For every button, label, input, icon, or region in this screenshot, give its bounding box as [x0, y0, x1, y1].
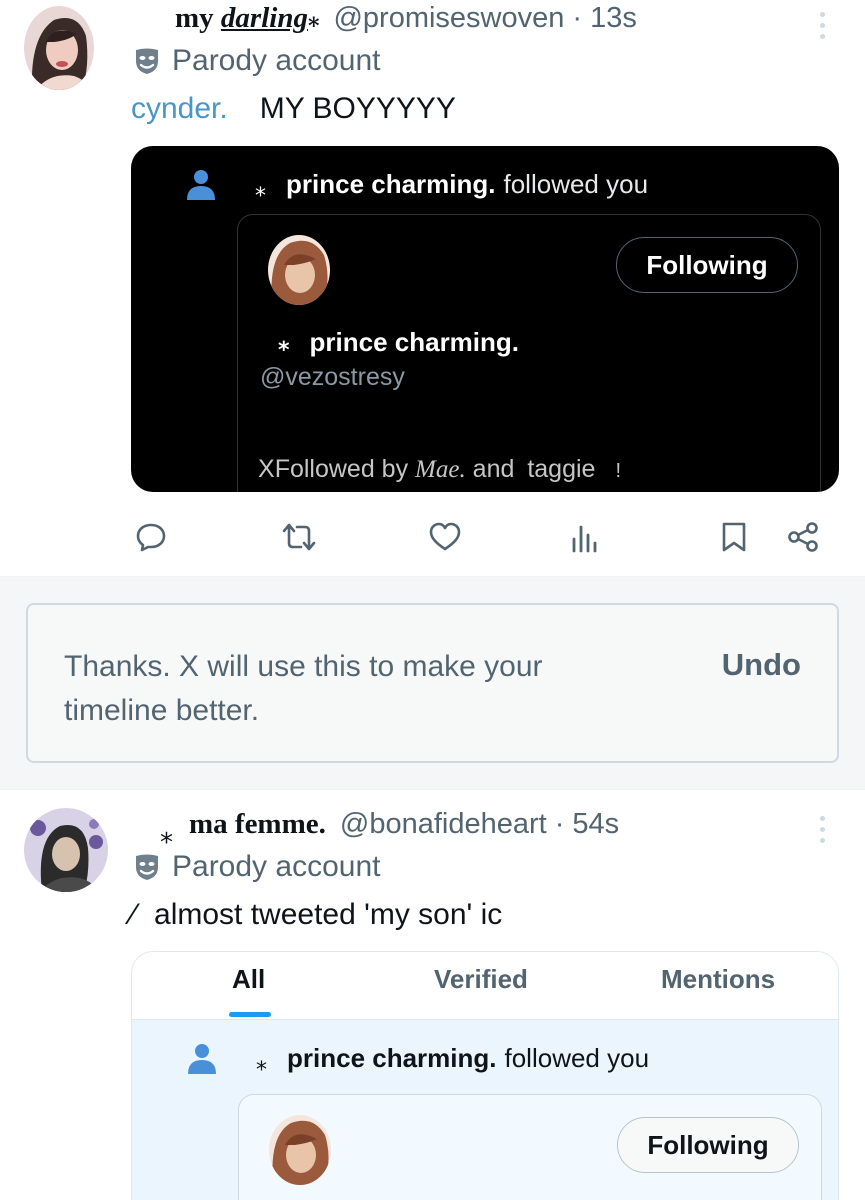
avatar-prince-charming[interactable]: [268, 235, 330, 305]
post-header: my darling⁎ @promiseswoven · 13s: [175, 2, 637, 35]
bookmark-icon[interactable]: [714, 512, 754, 562]
feedback-notice: Thanks. X will use this to make your tim…: [26, 603, 839, 763]
person-icon: [187, 170, 215, 200]
parody-label: Parody account: [134, 850, 380, 884]
parody-label: Parody account: [134, 44, 380, 78]
views-icon[interactable]: [565, 512, 605, 562]
mention-link[interactable]: cynder.: [131, 92, 228, 125]
notif-name[interactable]: prince charming.: [287, 1043, 497, 1074]
notification-item[interactable]: ⁎ prince charming. followed you Followin…: [132, 1020, 838, 1200]
avatar-promiseswoven[interactable]: [24, 6, 94, 90]
avatar-bonafideheart[interactable]: [24, 808, 108, 892]
notif-action: followed you: [504, 1042, 650, 1073]
repost-icon[interactable]: [279, 512, 319, 562]
post-bonafideheart[interactable]: ⁎ ma femme. @bonafideheart · 54s Parody …: [0, 790, 865, 1200]
tab-all[interactable]: All: [232, 964, 265, 995]
handle[interactable]: @promiseswoven: [333, 2, 564, 35]
display-name[interactable]: ma femme.: [189, 808, 326, 841]
star-glyph: ⁎: [256, 1050, 267, 1075]
action-bar: [131, 512, 836, 562]
embedded-screenshot[interactable]: ⁎ prince charming. followed you Followin…: [131, 146, 839, 492]
timestamp[interactable]: · 54s: [555, 808, 619, 841]
tab-verified[interactable]: Verified: [434, 964, 528, 995]
feedback-message: Thanks. X will use this to make your tim…: [64, 650, 543, 727]
avatar-prince-charming[interactable]: [269, 1115, 331, 1185]
more-vertical-icon[interactable]: [817, 816, 827, 843]
following-button[interactable]: Following: [616, 237, 798, 293]
parody-mask-icon: [136, 48, 158, 74]
tab-mentions[interactable]: Mentions: [661, 964, 775, 995]
follow-notification: ⁎ prince charming. followed you: [186, 1040, 649, 1076]
notif-action: followed you: [503, 168, 649, 199]
following-button[interactable]: Following: [617, 1117, 799, 1173]
user-card[interactable]: Following ⁎ prince charming. @vezostresy …: [237, 214, 821, 492]
display-name[interactable]: my darling⁎: [175, 2, 319, 35]
active-tab-indicator: [229, 1012, 271, 1017]
person-icon: [188, 1044, 216, 1074]
post-promiseswoven[interactable]: my darling⁎ @promiseswoven · 13s Parody …: [0, 0, 865, 576]
handle[interactable]: @bonafideheart: [340, 808, 547, 841]
star-glyph: ⁎: [160, 819, 173, 849]
post-text: cynder. MY BOYYYYY: [131, 92, 456, 125]
undo-button[interactable]: Undo: [722, 647, 801, 683]
post-header: ⁎ ma femme. @bonafideheart · 54s: [160, 808, 619, 849]
more-vertical-icon[interactable]: [817, 12, 827, 39]
followed-by: XFollowed by Mae. and taggie!: [258, 455, 622, 483]
user-card[interactable]: Following: [238, 1094, 822, 1200]
timestamp[interactable]: · 13s: [572, 2, 636, 35]
card-name[interactable]: ⁎ prince charming.: [278, 327, 519, 358]
parody-mask-icon: [136, 854, 158, 880]
like-icon[interactable]: [425, 512, 465, 562]
follow-notification: ⁎ prince charming. followed you: [185, 166, 648, 202]
share-icon[interactable]: [783, 512, 823, 562]
card-handle[interactable]: @vezostresy: [260, 363, 405, 392]
embedded-screenshot[interactable]: All Verified Mentions ⁎ prince charming.…: [131, 951, 839, 1200]
star-glyph: ⁎: [255, 176, 266, 201]
notif-name[interactable]: prince charming.: [286, 169, 496, 200]
post-text: ⁄ almost tweeted 'my son' ic: [131, 898, 503, 931]
reply-icon[interactable]: [131, 512, 171, 562]
